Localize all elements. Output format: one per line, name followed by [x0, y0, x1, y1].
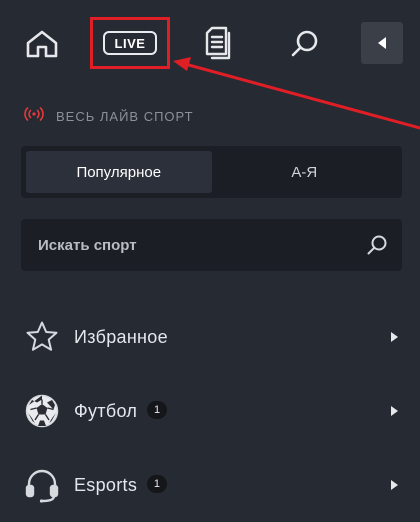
tab-popular[interactable]: Популярное: [26, 151, 212, 193]
betslip-icon[interactable]: [198, 22, 238, 64]
home-icon[interactable]: [22, 24, 62, 64]
live-tab[interactable]: LIVE: [90, 17, 170, 69]
broadcast-icon: [24, 106, 44, 126]
event-count-badge: 1: [147, 474, 168, 493]
sport-label: Esports 1: [74, 474, 168, 496]
sport-name: Esports: [74, 474, 138, 495]
sport-label: Футбол 1: [74, 400, 168, 422]
sport-search: [21, 219, 402, 271]
live-badge: LIVE: [103, 31, 157, 55]
event-count-badge: 1: [147, 400, 168, 419]
tab-alphabetical[interactable]: А-Я: [212, 151, 398, 193]
sport-search-input[interactable]: [21, 219, 352, 271]
sport-name: Футбол: [74, 400, 138, 421]
section-header: ВЕСЬ ЛАЙВ СПОРТ: [24, 106, 194, 126]
chevron-right-icon: [388, 404, 400, 418]
sport-row-favorites[interactable]: Избранное: [0, 300, 420, 374]
top-navigation-bar: LIVE: [0, 0, 420, 90]
soccer-ball-icon: [24, 393, 60, 429]
star-icon: [24, 319, 60, 355]
sport-name: Избранное: [74, 326, 168, 347]
search-icon[interactable]: [352, 234, 402, 256]
sport-list: Избранное Футбол 1 Esports 1: [0, 300, 420, 522]
sort-tabs: Популярное А-Я: [21, 146, 402, 198]
sport-label: Избранное: [74, 327, 168, 348]
sport-row-esports[interactable]: Esports 1: [0, 448, 420, 522]
section-title: ВЕСЬ ЛАЙВ СПОРТ: [56, 108, 194, 124]
headset-icon: [24, 467, 60, 503]
chevron-right-icon: [388, 330, 400, 344]
sport-row-football[interactable]: Футбол 1: [0, 374, 420, 448]
search-icon[interactable]: [285, 24, 325, 64]
chevron-right-icon: [388, 478, 400, 492]
chevron-left-icon[interactable]: [361, 22, 403, 64]
